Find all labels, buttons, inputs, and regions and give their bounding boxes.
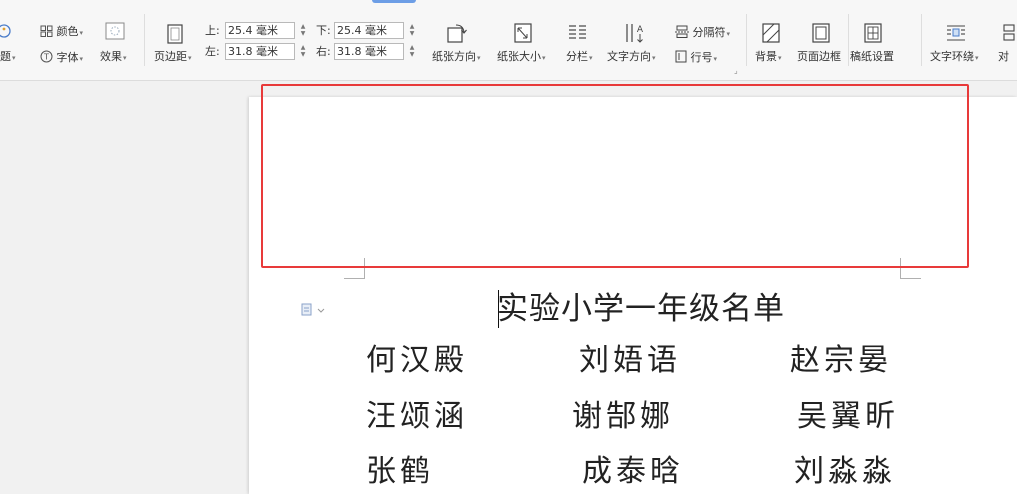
header-region-highlight [261, 84, 969, 268]
chevron-down-icon: ▾ [123, 54, 127, 62]
active-tab-indicator [372, 0, 416, 3]
line-numbers-label: 行号 [690, 51, 713, 64]
margin-right-input[interactable]: 31.8 毫米 ▲ ▼ [334, 43, 414, 60]
columns-icon[interactable] [568, 24, 588, 42]
student-name[interactable]: 刘淼淼 [794, 453, 896, 491]
chevron-down-icon: ▾ [542, 54, 546, 62]
ribbon-separator [848, 14, 849, 66]
page-size-icon[interactable] [514, 23, 532, 43]
svg-text:T: T [43, 53, 49, 62]
page-setup-launcher-icon[interactable]: ⌟ [734, 64, 738, 78]
margin-top-value: 25.4 毫米 [228, 24, 278, 37]
breaks-button[interactable]: 分隔符▾ [675, 25, 730, 41]
margins-button[interactable]: 页边距▾ [154, 50, 192, 65]
ribbon-separator [144, 14, 145, 66]
page-orientation-icon[interactable] [446, 22, 468, 44]
background-label: 背景 [755, 50, 777, 63]
text-direction-icon[interactable]: A [624, 22, 646, 44]
student-name[interactable]: 谢郜娜 [572, 398, 674, 436]
paste-options-icon[interactable] [301, 303, 327, 317]
chevron-down-icon: ▾ [79, 29, 84, 37]
chevron-down-icon: ▾ [778, 54, 782, 62]
ribbon-separator [921, 14, 922, 66]
margin-bottom-spinner-arrows[interactable]: ▲ ▼ [407, 23, 417, 38]
fonts-label: 字体 [56, 51, 79, 64]
fonts-button[interactable]: T 字体▾ [40, 50, 83, 66]
page-size-label: 纸张大小 [497, 50, 541, 63]
margin-right-spinner-arrows[interactable]: ▲ ▼ [407, 44, 417, 59]
breaks-label: 分隔符 [692, 26, 726, 39]
margin-left-spinner-arrows[interactable]: ▲ ▼ [298, 44, 308, 59]
chevron-down-icon: ▾ [589, 54, 593, 62]
theme-button[interactable]: 题▾ [0, 50, 16, 65]
student-name[interactable]: 汪颂涵 [366, 398, 468, 436]
orientation-button[interactable]: 纸张方向▾ [432, 50, 481, 65]
manuscript-settings-button[interactable]: 稿纸设置 [850, 50, 894, 64]
page-break-icon [675, 25, 689, 38]
colors-label: 颜色 [56, 25, 79, 38]
theme-label: 题 [0, 50, 11, 63]
svg-text:A: A [637, 25, 644, 35]
page-border-icon[interactable] [812, 23, 830, 43]
student-name[interactable]: 张鹤 [366, 453, 434, 491]
margin-bottom-input[interactable]: 25.4 毫米 ▲ ▼ [334, 22, 414, 39]
theme-colors-icon[interactable] [0, 23, 14, 39]
margins-label: 页边距 [154, 50, 187, 63]
ribbon-separator [746, 14, 747, 66]
margin-bottom-label: 下: [316, 24, 331, 37]
orientation-label: 纸张方向 [432, 50, 476, 63]
student-name[interactable]: 何汉殿 [366, 342, 468, 380]
effects-icon[interactable] [105, 22, 125, 40]
document-title[interactable]: 实验小学一年级名单 [497, 289, 785, 329]
margin-right-label: 右: [316, 45, 331, 58]
text-wrap-label: 文字环绕 [930, 50, 974, 63]
student-name[interactable]: 赵宗晏 [790, 342, 892, 380]
margin-left-label: 左: [205, 45, 220, 58]
colors-button[interactable]: 颜色▾ [40, 25, 83, 40]
text-wrap-icon[interactable] [946, 24, 966, 42]
line-numbers-icon [675, 50, 687, 63]
ribbon-toolbar: 题▾ 颜色▾ T 字体▾ 效果▾ 页边距▾ 上: 25.4 毫米 ▲ ▼ 下: … [0, 0, 1017, 81]
text-wrap-button[interactable]: 文字环绕▾ [930, 50, 979, 65]
manuscript-grid-icon[interactable] [864, 23, 882, 43]
columns-label: 分栏 [566, 50, 588, 63]
chevron-down-icon: ▾ [188, 54, 192, 62]
margin-top-spinner-arrows[interactable]: ▲ ▼ [298, 23, 308, 38]
page-size-button[interactable]: 纸张大小▾ [497, 50, 546, 65]
page-margins-icon[interactable] [167, 24, 183, 44]
chevron-down-icon: ▾ [652, 54, 656, 62]
effects-label: 效果 [100, 50, 122, 63]
page-border-button[interactable]: 页面边框 [797, 50, 841, 64]
text-cursor [498, 290, 499, 328]
margin-left-input[interactable]: 31.8 毫米 ▲ ▼ [225, 43, 305, 60]
student-name[interactable]: 刘娪语 [579, 342, 681, 380]
chevron-down-icon: ▾ [975, 54, 979, 62]
page-background-icon[interactable] [762, 23, 780, 43]
student-name[interactable]: 成泰晗 [582, 453, 684, 491]
margin-right-value: 31.8 毫米 [337, 45, 387, 58]
line-numbers-button[interactable]: 行号▾ [675, 50, 717, 66]
margin-left-value: 31.8 毫米 [228, 45, 278, 58]
text-direction-label: 文字方向 [607, 50, 651, 63]
text-direction-button[interactable]: 文字方向▾ [607, 50, 656, 65]
font-t-icon: T [40, 50, 53, 63]
chevron-down-icon: ▾ [79, 55, 84, 63]
student-name[interactable]: 吴翼昕 [797, 398, 899, 436]
columns-button[interactable]: 分栏▾ [566, 50, 593, 65]
chevron-down-icon: ▾ [12, 54, 16, 62]
colors-grid-icon [40, 25, 53, 37]
align-button[interactable]: 对 [998, 50, 1009, 64]
background-button[interactable]: 背景▾ [755, 50, 782, 65]
chevron-down-icon: ▾ [726, 30, 731, 38]
margin-bottom-value: 25.4 毫米 [337, 24, 387, 37]
chevron-down-icon: ▾ [477, 54, 481, 62]
effects-button[interactable]: 效果▾ [100, 50, 127, 65]
chevron-down-icon: ▾ [713, 55, 718, 63]
align-icon[interactable] [1003, 24, 1017, 42]
margin-top-input[interactable]: 25.4 毫米 ▲ ▼ [225, 22, 305, 39]
margin-top-label: 上: [205, 24, 220, 37]
